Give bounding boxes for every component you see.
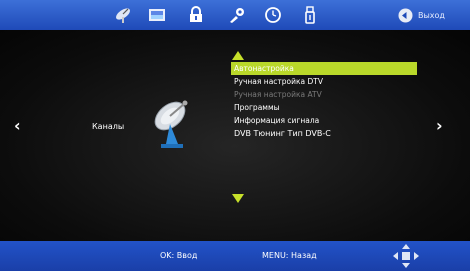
ok-hint: OK: Ввод: [160, 251, 198, 260]
scroll-down-arrow[interactable]: [232, 194, 244, 203]
satellite-dish-icon: [154, 100, 188, 148]
dpad-icon: [393, 244, 419, 268]
top-menu-bar: Выход: [0, 0, 470, 30]
channel-menu: Автонастройка Ручная настройка DTV Ручна…: [231, 62, 417, 140]
section-title: Каналы: [92, 122, 125, 131]
exit-hint[interactable]: Выход: [398, 6, 445, 24]
chevron-left-icon[interactable]: ‹: [14, 116, 21, 135]
exit-label: Выход: [418, 10, 445, 20]
menu-item-dtv-manual[interactable]: Ручная настройка DTV: [231, 75, 417, 88]
exit-button-icon: [398, 8, 413, 22]
settings-icon[interactable]: [228, 6, 246, 24]
menu-item-programs[interactable]: Программы: [231, 101, 417, 114]
bottom-hint-bar: OK: Ввод MENU: Назад: [0, 241, 470, 271]
lock-icon[interactable]: [187, 6, 205, 24]
menu-item-dvb-tuner-type[interactable]: DVB Тюнинг Тип DVB-C: [231, 127, 417, 140]
time-icon[interactable]: [264, 6, 282, 24]
main-panel: ‹ › Каналы Автонастройка Ручная настройк…: [0, 30, 470, 241]
menu-item-auto-search[interactable]: Автонастройка: [231, 62, 417, 75]
menu-item-atv-manual[interactable]: Ручная настройка ATV: [231, 88, 417, 101]
picture-icon[interactable]: [148, 6, 166, 24]
chevron-right-icon[interactable]: ›: [436, 116, 443, 135]
menu-hint: MENU: Назад: [262, 251, 317, 260]
usb-icon[interactable]: [301, 6, 319, 24]
scroll-up-arrow[interactable]: [232, 51, 244, 60]
satellite-icon[interactable]: [114, 6, 132, 24]
menu-item-signal-info[interactable]: Информация сигнала: [231, 114, 417, 127]
